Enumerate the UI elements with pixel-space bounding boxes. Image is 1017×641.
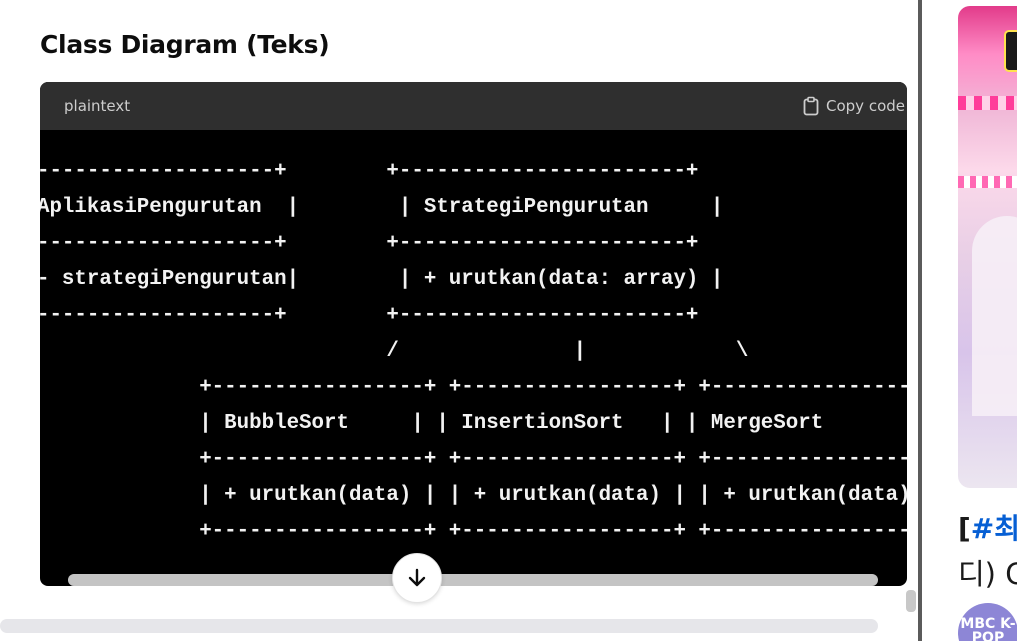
thumbnail-decoration xyxy=(958,176,1017,188)
code-text: +--------------------+ +----------------… xyxy=(40,160,907,543)
video-thumbnail[interactable] xyxy=(958,6,1017,488)
page-vertical-scrollbar-thumb[interactable] xyxy=(906,590,916,612)
video-title-continued[interactable]: 디) C xyxy=(958,551,1017,593)
channel-avatar[interactable]: MBC K-POP xyxy=(958,603,1017,641)
code-body: +--------------------+ +----------------… xyxy=(40,130,907,586)
section-heading: Class Diagram (Teks) xyxy=(40,30,330,59)
code-block: plaintext Copy code +-------------------… xyxy=(40,82,907,586)
thumbnail-decoration xyxy=(958,96,1017,110)
thumbnail-figure xyxy=(972,216,1017,416)
scroll-to-bottom-button[interactable] xyxy=(392,553,442,603)
chat-pane: Class Diagram (Teks) plaintext Copy code… xyxy=(0,0,918,641)
copy-code-label: Copy code xyxy=(826,97,905,115)
code-scrollbar-thumb[interactable] xyxy=(68,574,878,586)
page-horizontal-scrollbar[interactable] xyxy=(0,619,878,633)
code-block-header: plaintext Copy code xyxy=(40,82,907,130)
video-hashtag-link[interactable]: #최 xyxy=(971,512,1017,545)
copy-code-button[interactable]: Copy code xyxy=(802,96,905,116)
video-title-bracket: [ xyxy=(958,512,971,545)
code-language-label: plaintext xyxy=(64,97,131,115)
side-pane: [#최 디) C MBC K-POP xyxy=(922,0,1017,641)
video-title[interactable]: [#최 xyxy=(958,507,1017,551)
channel-avatar-text: MBC K-POP xyxy=(960,616,1016,641)
code-horizontal-scrollbar[interactable] xyxy=(68,574,878,586)
arrow-down-icon xyxy=(408,568,426,587)
clipboard-icon xyxy=(803,96,819,116)
thumbnail-badge xyxy=(1004,30,1017,72)
